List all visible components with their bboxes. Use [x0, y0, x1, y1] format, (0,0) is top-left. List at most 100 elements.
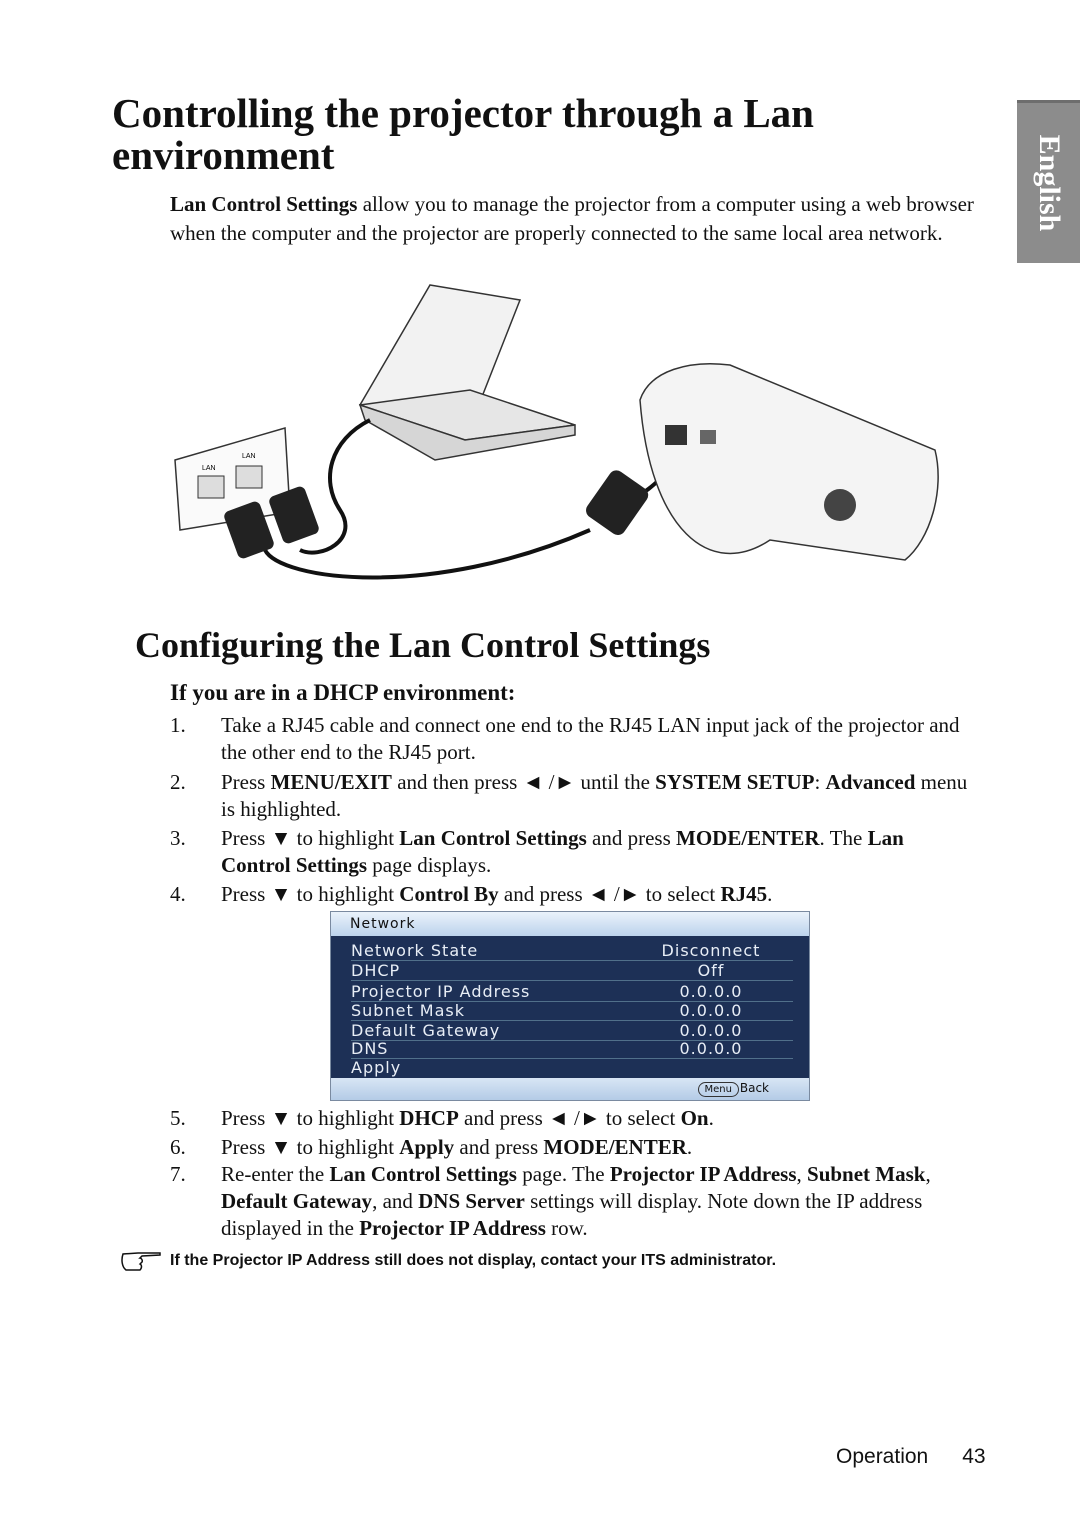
menu-row[interactable]: Apply [351, 1058, 793, 1077]
menu-row-value: Off [697, 961, 725, 980]
step-number: 2. [170, 770, 186, 794]
menu-row[interactable]: Projector IP Address 0.0.0.0 [351, 982, 793, 1002]
language-tab-label: English [1032, 134, 1066, 232]
text-run: , [925, 1162, 931, 1186]
text-run: and press ◄ /► to select [498, 882, 721, 906]
bold-term: DHCP [399, 1106, 459, 1130]
step-text: Press ▼ to highlight Lan Control Setting… [221, 825, 970, 879]
bold-term: RJ45 [720, 882, 768, 906]
step-item: 5. Press ▼ to highlight DHCP and press ◄ … [170, 1105, 970, 1132]
step-item: 3. Press ▼ to highlight Lan Control Setti… [170, 825, 970, 879]
menu-key: Menu [697, 1082, 739, 1097]
bold-term: Projector IP Address [609, 1162, 797, 1186]
text-run: Press ▼ to highlight [221, 1135, 400, 1159]
menu-row[interactable]: DHCP Off [351, 961, 793, 981]
bold-term: DNS Server [418, 1189, 525, 1213]
bold-term: SYSTEM SETUP [655, 770, 815, 794]
bold-term: MODE/ENTER [543, 1135, 687, 1159]
step-text: Take a RJ45 cable and connect one end to… [221, 712, 970, 766]
text-run: Press [221, 770, 271, 794]
step-item: 1. Take a RJ45 cable and connect one end … [170, 712, 970, 766]
lan-connection-illustration: LAN LAN [174, 284, 939, 580]
step-number: 1. [170, 713, 186, 737]
bold-term: MODE/ENTER [676, 826, 820, 850]
subsection-title: If you are in a DHCP environment: [170, 680, 516, 705]
text-run: Press ▼ to highlight [221, 882, 400, 906]
page-title: Controlling the projector through a Lan … [112, 90, 814, 178]
text-run: and press [586, 826, 677, 850]
step-item: 2. Press MENU/EXIT and then press ◄ /► un… [170, 769, 970, 823]
bold-term: MENU/EXIT [270, 770, 392, 794]
network-settings-menu: Network Network State Disconnect DHCP Off Pr… [330, 911, 810, 1101]
projector-rear-panel-image [639, 363, 939, 561]
menu-row-label: Default Gateway [351, 1021, 501, 1040]
step-number: 4. [170, 882, 186, 906]
note: If the Projector IP Address still does n… [120, 1250, 776, 1272]
text-run: . The [819, 826, 868, 850]
step-number: 6. [170, 1135, 186, 1159]
bold-term: Lan Control Settings [170, 192, 358, 216]
language-tab: English [1017, 100, 1080, 263]
text-run: page displays. [367, 853, 492, 877]
menu-row[interactable]: DNS 0.0.0.0 [351, 1039, 793, 1059]
step-number: 5. [170, 1106, 186, 1130]
text-run: and then press ◄ /► until the [391, 770, 656, 794]
step-number: 7. [170, 1162, 186, 1186]
step-number: 3. [170, 826, 186, 850]
text-run: , [796, 1162, 808, 1186]
bold-term: Lan Control Settings [399, 826, 587, 850]
step-text: Press ▼ to highlight DHCP and press ◄ /►… [221, 1105, 970, 1132]
menu-row-label: DHCP [351, 961, 401, 980]
step-item: 6. Press ▼ to highlight Apply and press M… [170, 1134, 970, 1161]
step-text: Re-enter the Lan Control Settings page. … [221, 1161, 970, 1242]
text-run: and press ◄ /► to select [458, 1106, 681, 1130]
text-run: . [686, 1135, 693, 1159]
text-run: and press [454, 1135, 544, 1159]
menu-row-value: 0.0.0.0 [679, 1001, 743, 1020]
text-run: Re-enter the [221, 1162, 330, 1186]
menu-row-value: 0.0.0.0 [679, 1039, 743, 1058]
text-run: . [708, 1106, 714, 1130]
page-footer: Operation 43 [836, 1445, 986, 1469]
menu-footer: Menu Back [331, 1078, 809, 1100]
menu-row[interactable]: Default Gateway 0.0.0.0 [351, 1021, 793, 1041]
menu-row-label: Network State [351, 941, 479, 960]
text-run: Press ▼ to highlight [221, 1106, 400, 1130]
step-text: Press ▼ to highlight Apply and press MOD… [221, 1134, 970, 1161]
text-run: , and [372, 1189, 419, 1213]
bold-term: Lan Control Settings [329, 1162, 517, 1186]
menu-title: Network [331, 912, 809, 936]
intro-paragraph: Lan Control Settings allow you to manage… [170, 190, 980, 247]
menu-row-label: Subnet Mask [351, 1001, 466, 1020]
note-text: If the Projector IP Address still does n… [170, 1252, 777, 1269]
step-item: 7. Re-enter the Lan Control Settings page… [170, 1161, 970, 1242]
page-number: 43 [962, 1445, 986, 1468]
menu-row-label: DNS [351, 1039, 389, 1058]
menu-row[interactable]: Subnet Mask 0.0.0.0 [351, 1001, 793, 1021]
bold-term: Apply [399, 1135, 455, 1159]
section-title: Configuring the Lan Control Settings [135, 625, 711, 665]
footer-section: Operation [836, 1445, 929, 1468]
bold-term: Subnet Mask [807, 1162, 926, 1186]
back-label: Back [739, 1081, 769, 1095]
text-run: . [767, 882, 773, 906]
text-run: Take a RJ45 cable and connect one end to… [221, 713, 960, 764]
menu-row-value: Disconnect [661, 941, 761, 960]
menu-row-value: 0.0.0.0 [679, 982, 743, 1001]
bold-term: Default Gateway [221, 1189, 373, 1213]
bold-term: On [680, 1106, 709, 1130]
wall-port-label: LAN [242, 453, 256, 460]
pointing-hand-icon [121, 1252, 161, 1271]
wall-port-label: LAN [202, 465, 216, 472]
step-item: 4. Press ▼ to highlight Control By and pr… [170, 881, 970, 908]
step-text: Press MENU/EXIT and then press ◄ /► unti… [221, 769, 970, 823]
step-text: Press ▼ to highlight Control By and pres… [221, 881, 970, 908]
bold-term: Projector IP Address [359, 1216, 546, 1240]
text-run: : [814, 770, 826, 794]
laptop-image [358, 284, 576, 461]
menu-row[interactable]: Network State Disconnect [351, 941, 793, 961]
menu-row-label: Projector IP Address [351, 982, 531, 1001]
bold-term: Control By [399, 882, 499, 906]
menu-row-value: 0.0.0.0 [679, 1021, 743, 1040]
bold-term: Advanced [825, 770, 916, 794]
